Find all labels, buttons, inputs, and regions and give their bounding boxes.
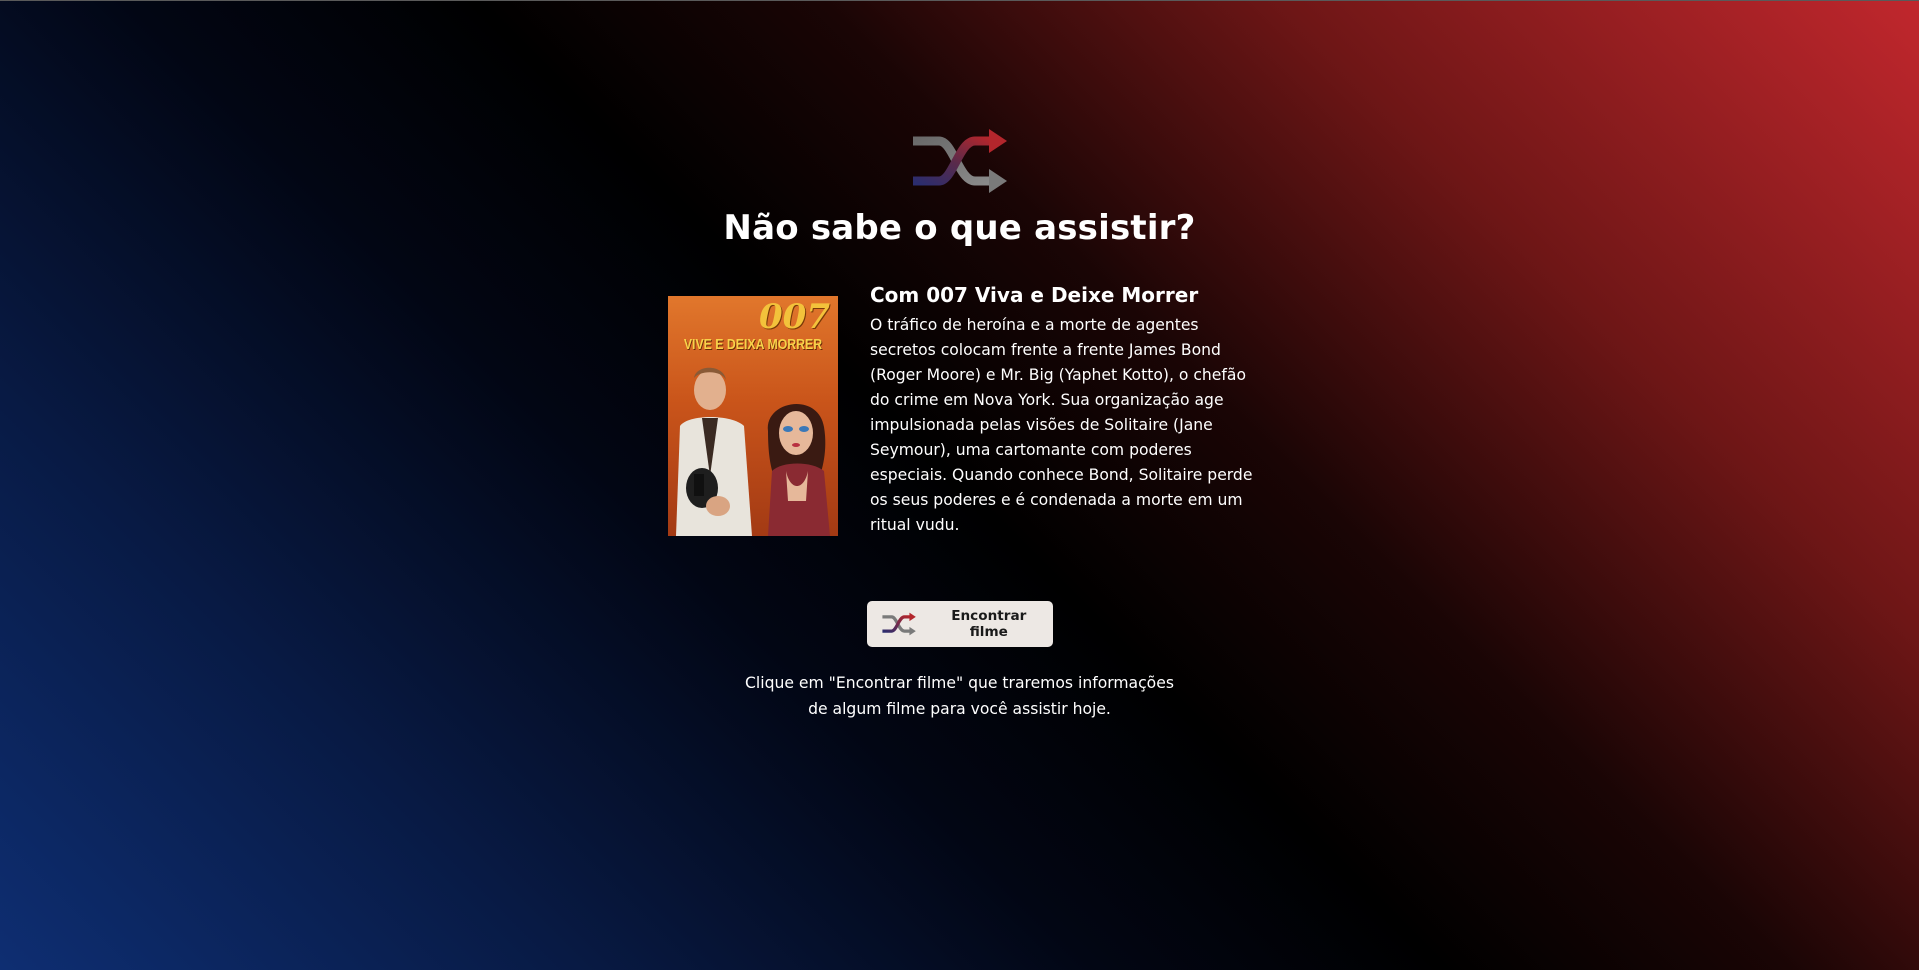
movie-title: Com 007 Viva e Deixe Morrer (870, 283, 1199, 307)
movie-description: O tráfico de heroína e a morte de agente… (870, 316, 1253, 534)
poster-subtitle: VIVE E DEIXA MORRER (683, 336, 823, 353)
poster-woman-figure (767, 403, 830, 536)
movie-poster: 007 VIVE E DEIXA MORRER (668, 296, 838, 536)
find-movie-button[interactable]: Encontrar filme (867, 601, 1053, 647)
find-movie-button-label: Encontrar filme (951, 608, 1027, 640)
shuffle-icon (882, 612, 916, 636)
hint-text: Clique em "Encontrar filme" que traremos… (0, 670, 1919, 722)
poster-title: 007 (759, 297, 830, 337)
hint-line-2: de algum filme para você assistir hoje. (808, 700, 1111, 718)
shuffle-icon (913, 129, 1007, 193)
top-border (0, 0, 1919, 1)
movie-card: 007 VIVE E DEIXA MORRER Com 007 Viva e D… (668, 283, 1268, 543)
page-title: Não sabe o que assistir? (723, 208, 1196, 248)
poster-man-figure (676, 367, 752, 536)
hint-line-1: Clique em "Encontrar filme" que traremos… (745, 674, 1174, 692)
